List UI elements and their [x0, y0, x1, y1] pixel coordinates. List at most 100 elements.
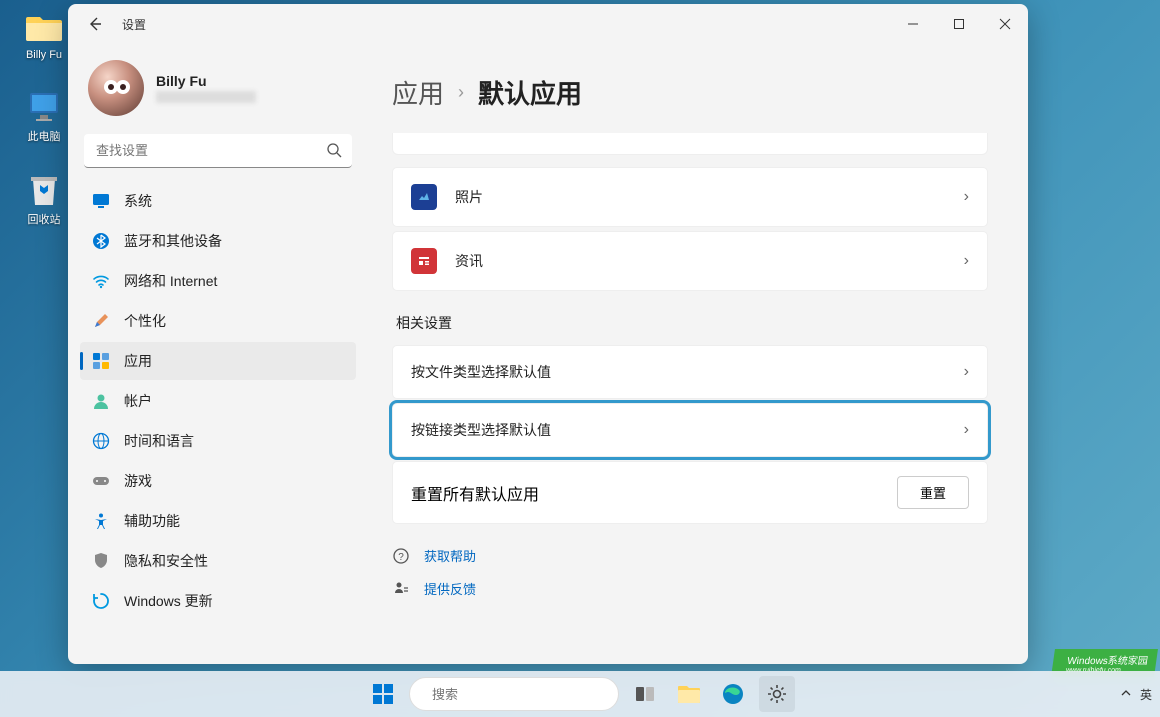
profile-section[interactable]: Billy Fu	[80, 50, 356, 134]
help-icon: ?	[392, 547, 410, 565]
window-title: 设置	[122, 16, 146, 33]
chevron-right-icon: ›	[458, 82, 464, 103]
desktop-icon-label: Billy Fu	[26, 49, 62, 61]
taskbar-search-input[interactable]	[432, 687, 608, 702]
nav-item-update[interactable]: Windows 更新	[80, 582, 356, 620]
get-help-link[interactable]: 获取帮助	[424, 546, 476, 565]
folder-icon	[26, 10, 62, 46]
taskbar-settings[interactable]	[759, 676, 795, 712]
profile-email-blurred	[156, 91, 256, 103]
chevron-right-icon: ›	[964, 188, 969, 206]
watermark-main: Windows系统家园	[1067, 656, 1149, 667]
nav-label: 隐私和安全性	[124, 551, 208, 571]
chevron-right-icon: ›	[964, 421, 969, 439]
brush-icon	[92, 312, 110, 330]
nav-item-personalization[interactable]: 个性化	[80, 302, 356, 340]
maximize-button[interactable]	[936, 9, 982, 39]
trash-icon	[26, 172, 62, 208]
breadcrumb-root[interactable]: 应用	[392, 74, 444, 111]
desktop-icon-trash[interactable]: 回收站	[14, 172, 74, 227]
edge-icon	[721, 682, 745, 706]
search-box[interactable]	[84, 134, 352, 168]
arrow-left-icon	[87, 16, 103, 32]
wifi-icon	[92, 272, 110, 290]
svg-text:?: ?	[398, 552, 404, 563]
news-app-icon	[411, 248, 437, 274]
help-link-row: ? 获取帮助	[392, 546, 988, 565]
windows-icon	[371, 682, 395, 706]
help-links: ? 获取帮助 提供反馈	[392, 546, 988, 598]
nav-item-system[interactable]: 系统	[80, 182, 356, 220]
give-feedback-link[interactable]: 提供反馈	[424, 579, 476, 598]
taskbar-edge[interactable]	[715, 676, 751, 712]
app-card-label: 照片	[455, 187, 964, 207]
accessibility-icon	[92, 512, 110, 530]
photos-app-icon	[411, 184, 437, 210]
pc-icon	[26, 89, 62, 125]
app-card-label: 资讯	[455, 251, 964, 271]
bluetooth-icon	[92, 232, 110, 250]
desktop-icon-folder[interactable]: Billy Fu	[14, 10, 74, 61]
taskbar: 英	[0, 671, 1160, 717]
truncated-card-bottom[interactable]	[392, 133, 988, 155]
nav-item-bluetooth[interactable]: 蓝牙和其他设备	[80, 222, 356, 260]
nav-label: 蓝牙和其他设备	[124, 231, 222, 251]
taskbar-taskview[interactable]	[627, 676, 663, 712]
nav-label: 应用	[124, 351, 152, 371]
monitor-icon	[92, 192, 110, 210]
minimize-icon	[907, 18, 919, 30]
page-title: 默认应用	[478, 74, 582, 111]
nav-item-accessibility[interactable]: 辅助功能	[80, 502, 356, 540]
reset-label: 重置所有默认应用	[411, 481, 539, 505]
feedback-icon	[392, 580, 410, 598]
tray-chevron-up-icon[interactable]	[1120, 687, 1132, 702]
nav-item-network[interactable]: 网络和 Internet	[80, 262, 356, 300]
maximize-icon	[953, 18, 965, 30]
chevron-right-icon: ›	[964, 363, 969, 381]
nav-label: 网络和 Internet	[124, 271, 217, 291]
nav-item-time-language[interactable]: 时间和语言	[80, 422, 356, 460]
nav-item-gaming[interactable]: 游戏	[80, 462, 356, 500]
titlebar: 设置	[68, 4, 1028, 44]
nav-label: 个性化	[124, 311, 166, 331]
desktop-icon-label: 此电脑	[28, 128, 61, 144]
app-card-news[interactable]: 资讯 ›	[392, 231, 988, 291]
main-content: 应用 › 默认应用 照片 › 资讯 › 相关设置 按文	[368, 44, 1028, 664]
nav-label: 系统	[124, 191, 152, 211]
nav-label: 帐户	[124, 391, 152, 411]
nav-label: Windows 更新	[124, 591, 213, 611]
apps-icon	[92, 352, 110, 370]
nav-item-privacy[interactable]: 隐私和安全性	[80, 542, 356, 580]
folder-icon	[677, 683, 701, 705]
user-icon	[92, 392, 110, 410]
start-button[interactable]	[365, 676, 401, 712]
search-icon[interactable]	[326, 142, 342, 163]
related-item-filetype[interactable]: 按文件类型选择默认值 ›	[392, 345, 988, 399]
nav-label: 辅助功能	[124, 511, 180, 531]
nav-item-apps[interactable]: 应用	[80, 342, 356, 380]
close-button[interactable]	[982, 9, 1028, 39]
back-button[interactable]	[80, 9, 110, 39]
minimize-button[interactable]	[890, 9, 936, 39]
settings-window: 设置 Billy Fu	[68, 4, 1028, 664]
breadcrumb: 应用 › 默认应用	[392, 74, 988, 111]
desktop-icon-pc[interactable]: 此电脑	[14, 89, 74, 144]
tray-language[interactable]: 英	[1140, 686, 1152, 703]
chevron-right-icon: ›	[964, 252, 969, 270]
shield-icon	[92, 552, 110, 570]
feedback-link-row: 提供反馈	[392, 579, 988, 598]
related-item-label: 按链接类型选择默认值	[411, 420, 964, 440]
avatar	[88, 60, 144, 116]
taskbar-explorer[interactable]	[671, 676, 707, 712]
nav-label: 游戏	[124, 471, 152, 491]
app-card-photos[interactable]: 照片 ›	[392, 167, 988, 227]
search-input[interactable]	[84, 134, 352, 168]
section-heading-related: 相关设置	[396, 313, 988, 333]
related-item-label: 按文件类型选择默认值	[411, 362, 964, 382]
reset-button[interactable]: 重置	[897, 476, 969, 509]
desktop-icon-label: 回收站	[28, 211, 61, 227]
taskbar-search[interactable]	[409, 677, 619, 711]
gamepad-icon	[92, 472, 110, 490]
related-item-linktype[interactable]: 按链接类型选择默认值 ›	[392, 403, 988, 457]
nav-item-accounts[interactable]: 帐户	[80, 382, 356, 420]
